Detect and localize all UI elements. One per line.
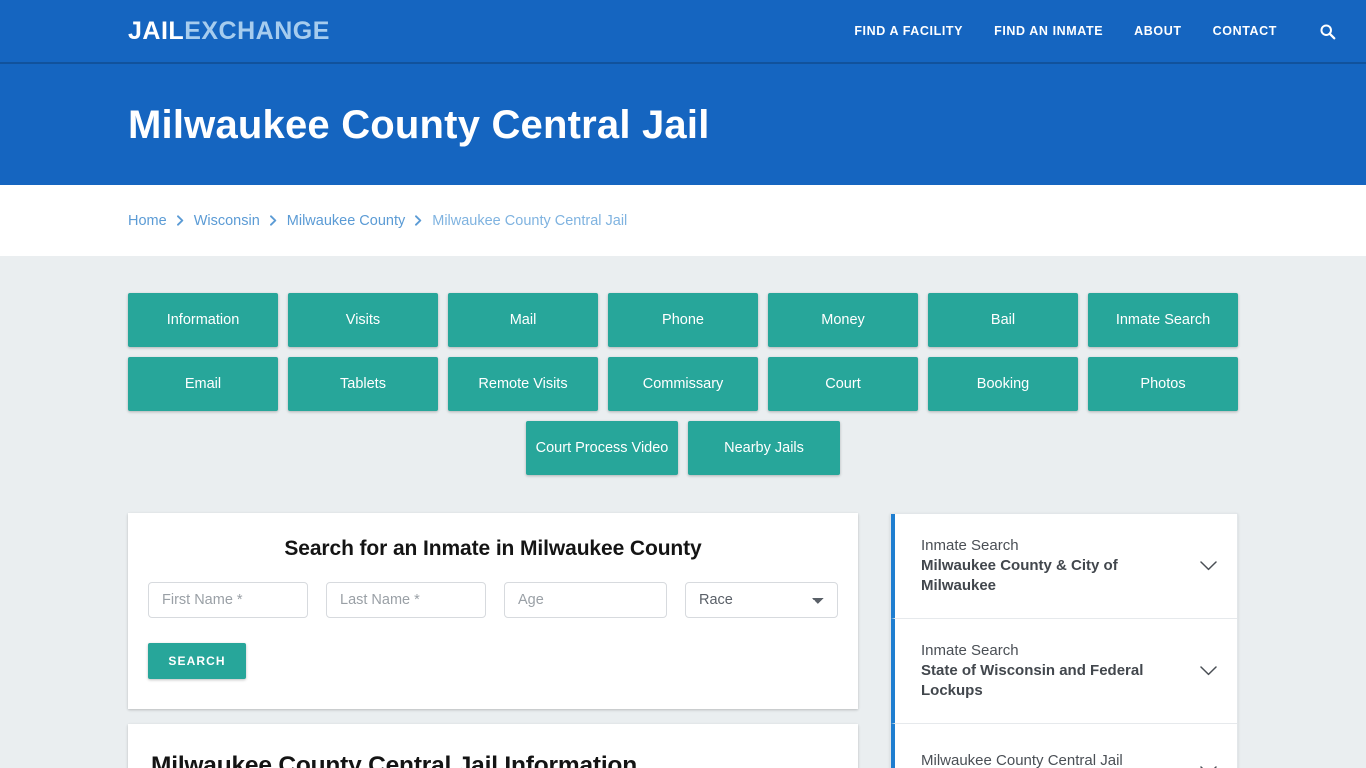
accordion-item-inmate-search-county[interactable]: Inmate Search Milwaukee County & City of… — [891, 514, 1237, 619]
inmate-search-heading: Search for an Inmate in Milwaukee County — [284, 537, 702, 560]
tab-booking[interactable]: Booking — [928, 357, 1078, 411]
facility-tabs-row-2: Email Tablets Remote Visits Commissary C… — [128, 357, 1238, 411]
tab-email[interactable]: Email — [128, 357, 278, 411]
page-body: Information Visits Mail Phone Money Bail… — [0, 256, 1366, 768]
facility-information-card: Milwaukee County Central Jail Informatio… — [128, 724, 858, 768]
breadcrumb-item-milwaukee-county[interactable]: Milwaukee County — [287, 213, 405, 229]
facility-tabs-row-1: Information Visits Mail Phone Money Bail… — [128, 293, 1238, 347]
tab-court[interactable]: Court — [768, 357, 918, 411]
accordion-line-1: Inmate Search — [921, 641, 1019, 659]
accordion-item-inmate-search-state[interactable]: Inmate Search State of Wisconsin and Fed… — [891, 618, 1237, 724]
main-navigation: FIND A FACILITY FIND AN INMATE ABOUT CON… — [854, 20, 1338, 42]
accordion-line-1: Milwaukee County Central Jail — [921, 752, 1123, 768]
race-select[interactable]: Race — [685, 582, 838, 618]
chevron-right-icon — [414, 215, 423, 226]
tab-phone[interactable]: Phone — [608, 293, 758, 347]
tab-visits[interactable]: Visits — [288, 293, 438, 347]
tab-mail[interactable]: Mail — [448, 293, 598, 347]
nav-about[interactable]: ABOUT — [1134, 24, 1181, 38]
accordion-label: Inmate Search Milwaukee County & City of… — [921, 536, 1183, 596]
site-logo[interactable]: JAILEXCHANGE — [128, 16, 330, 45]
accordion-item-contact-information[interactable]: Milwaukee County Central Jail Contact In… — [891, 723, 1237, 768]
tab-money[interactable]: Money — [768, 293, 918, 347]
tab-bail[interactable]: Bail — [928, 293, 1078, 347]
chevron-down-icon[interactable] — [1197, 555, 1219, 577]
accordion-line-2: Milwaukee County & City of Milwaukee — [921, 556, 1118, 594]
nav-find-a-facility[interactable]: FIND A FACILITY — [854, 24, 963, 38]
tab-commissary[interactable]: Commissary — [608, 357, 758, 411]
chevron-down-icon[interactable] — [1197, 660, 1219, 682]
sidebar-column: Inmate Search Milwaukee County & City of… — [890, 513, 1238, 768]
search-submit-button[interactable]: SEARCH — [148, 643, 246, 679]
site-header: JAILEXCHANGE FIND A FACILITY FIND AN INM… — [0, 0, 1366, 64]
page-hero: Milwaukee County Central Jail — [0, 64, 1366, 185]
breadcrumb-item-wisconsin[interactable]: Wisconsin — [194, 213, 260, 229]
chevron-down-icon[interactable] — [1197, 760, 1219, 768]
last-name-input[interactable] — [326, 582, 486, 618]
breadcrumb-bar: Home Wisconsin Milwaukee County Milwauke… — [0, 185, 1366, 256]
main-column: Search for an Inmate in Milwaukee County… — [128, 513, 858, 768]
chevron-right-icon — [269, 215, 278, 226]
tab-information[interactable]: Information — [128, 293, 278, 347]
sidebar-accordion: Inmate Search Milwaukee County & City of… — [890, 513, 1238, 768]
first-name-input[interactable] — [148, 582, 308, 618]
tab-court-process-video[interactable]: Court Process Video — [526, 421, 678, 475]
tab-nearby-jails[interactable]: Nearby Jails — [688, 421, 840, 475]
search-icon[interactable] — [1316, 20, 1338, 42]
chevron-right-icon — [176, 215, 185, 226]
nav-find-an-inmate[interactable]: FIND AN INMATE — [994, 24, 1103, 38]
inmate-search-fields: Race — [148, 582, 838, 618]
tab-remote-visits[interactable]: Remote Visits — [448, 357, 598, 411]
accordion-label: Milwaukee County Central Jail Contact In… — [921, 751, 1183, 768]
tab-photos[interactable]: Photos — [1088, 357, 1238, 411]
tab-inmate-search[interactable]: Inmate Search — [1088, 293, 1238, 347]
age-input[interactable] — [504, 582, 667, 618]
nav-contact[interactable]: CONTACT — [1213, 24, 1277, 38]
breadcrumb-item-current: Milwaukee County Central Jail — [432, 212, 628, 229]
inmate-search-card: Search for an Inmate in Milwaukee County… — [128, 513, 858, 709]
facility-tabs-row-3: Court Process Video Nearby Jails — [128, 421, 1238, 475]
breadcrumb: Home Wisconsin Milwaukee County Milwauke… — [128, 213, 627, 229]
page-title: Milwaukee County Central Jail — [128, 102, 710, 147]
accordion-line-2: State of Wisconsin and Federal Lockups — [921, 661, 1144, 699]
accordion-line-1: Inmate Search — [921, 537, 1019, 554]
breadcrumb-item-home[interactable]: Home — [128, 213, 167, 229]
logo-text-jail: JAIL — [128, 16, 185, 45]
logo-text-exchange: EXCHANGE — [184, 16, 330, 45]
accordion-label: Inmate Search State of Wisconsin and Fed… — [921, 641, 1183, 701]
facility-information-heading: Milwaukee County Central Jail Informatio… — [151, 752, 637, 768]
tab-tablets[interactable]: Tablets — [288, 357, 438, 411]
